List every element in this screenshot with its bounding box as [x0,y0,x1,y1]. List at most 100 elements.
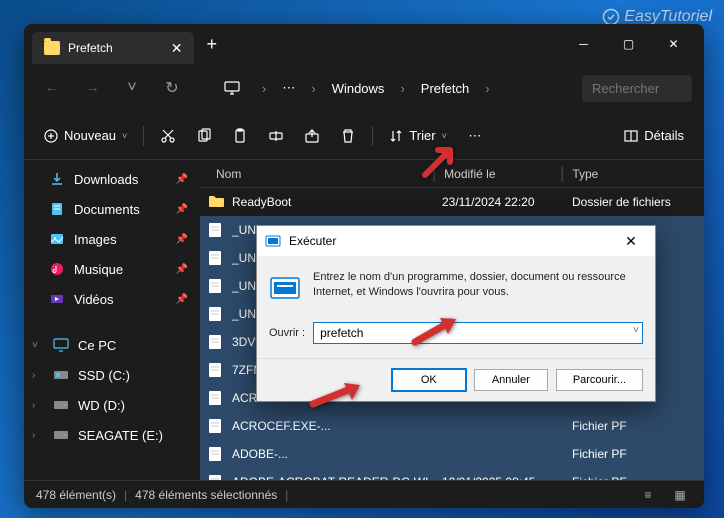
breadcrumb-ellipsis[interactable]: ⋯ [276,76,301,100]
breadcrumb-part[interactable]: Prefetch [415,77,475,100]
sort-button[interactable]: Trier ˅ [381,120,455,152]
view-grid-icon[interactable]: ▦ [668,485,692,505]
file-icon [208,446,224,462]
status-selected: 478 éléments sélectionnés [135,488,277,502]
file-icon [208,306,224,322]
more-icon[interactable]: ⋯ [459,120,491,152]
maximize-button[interactable]: ▢ [606,24,651,64]
status-count: 478 élément(s) [36,488,116,502]
file-icon [208,334,224,350]
statusbar: 478 élément(s) | 478 éléments sélectionn… [24,480,704,508]
file-icon [208,390,224,406]
sidebar-item-this-pc[interactable]: ˅ Ce PC [24,330,200,360]
folder-icon [208,194,224,210]
chevron-right-icon: › [32,400,44,411]
column-date[interactable]: Modifié le [436,167,560,181]
chevron-right-icon: › [394,77,410,100]
column-name[interactable]: Nom [208,167,432,181]
dialog-titlebar: Exécuter ✕ [257,226,655,256]
ok-button[interactable]: OK [392,369,466,391]
folder-icon [44,41,60,55]
pin-icon: 📌 [176,264,188,275]
file-row[interactable]: ADOBE-...Fichier PF [200,440,704,468]
sidebar-item-drive[interactable]: ›SEAGATE (E:) [24,420,200,450]
pin-icon: 📌 [176,174,188,185]
file-row[interactable]: ACROCEF.EXE-...Fichier PF [200,412,704,440]
file-icon [208,418,224,434]
toolbar: Nouveau ˅ Trier ˅ ⋯ Détails [24,112,704,160]
chevron-right-icon: › [32,370,44,381]
up-button[interactable]: ˅ [116,72,148,104]
copy-icon[interactable] [188,120,220,152]
run-icon [265,233,281,249]
close-tab-icon[interactable]: ✕ [171,40,183,57]
command-input[interactable] [313,322,643,344]
browse-button[interactable]: Parcourir... [556,369,643,391]
sidebar-item-downloads[interactable]: Downloads📌 [24,164,200,194]
sidebar-item-musique[interactable]: Musique📌 [24,254,200,284]
view-list-icon[interactable]: ≡ [636,485,660,505]
pin-icon: 📌 [176,234,188,245]
new-button[interactable]: Nouveau ˅ [36,120,135,152]
details-button[interactable]: Détails [616,120,692,152]
breadcrumb-part[interactable]: Windows [326,77,391,100]
sidebar-item-images[interactable]: Images📌 [24,224,200,254]
chevron-right-icon: › [32,430,44,441]
sidebar-item-drive[interactable]: ›SSD (C:) [24,360,200,390]
chevron-right-icon: › [256,77,272,100]
tab-title: Prefetch [68,41,163,55]
chevron-right-icon: › [479,77,495,100]
breadcrumb[interactable]: › ⋯ › Windows › Prefetch › [256,76,574,100]
drive-icon [52,396,70,414]
refresh-button[interactable]: ↻ [156,72,188,104]
file-icon [208,474,224,480]
open-label: Ouvrir : [269,327,305,339]
doc-icon [48,200,66,218]
file-row[interactable]: ReadyBoot23/11/2024 22:20Dossier de fich… [200,188,704,216]
dialog-close-button[interactable]: ✕ [615,233,647,250]
file-icon [208,278,224,294]
file-icon [208,222,224,238]
pin-icon: 📌 [176,294,188,305]
new-tab-button[interactable]: + [206,34,217,55]
column-type[interactable]: Type [564,167,696,181]
video-icon [48,290,66,308]
sidebar-item-vidéos[interactable]: Vidéos📌 [24,284,200,314]
sidebar: Downloads📌Documents📌Images📌Musique📌Vidéo… [24,160,200,480]
file-icon [208,362,224,378]
file-row[interactable]: ADOBE-ACROBAT-READER-DC-WINDO-...12/01/2… [200,468,704,480]
download-icon [48,170,66,188]
drive-icon [52,426,70,444]
chevron-right-icon: › [305,77,321,100]
rename-icon[interactable] [260,120,292,152]
back-button[interactable]: ← [36,72,68,104]
run-dialog: Exécuter ✕ Entrez le nom d'un programme,… [256,225,656,402]
run-icon [269,272,301,304]
minimize-button[interactable]: ─ [561,24,606,64]
navbar: ← → ˅ ↻ › ⋯ › Windows › Prefetch › [24,64,704,112]
column-headers: Nom | Modifié le | Type [200,160,704,188]
pin-icon: 📌 [176,204,188,215]
paste-icon[interactable] [224,120,256,152]
share-icon[interactable] [296,120,328,152]
file-icon [208,250,224,266]
sidebar-item-drive[interactable]: ›WD (D:) [24,390,200,420]
dialog-text: Entrez le nom d'un programme, dossier, d… [313,270,643,304]
chevron-down-icon: ˅ [32,340,44,351]
tab-active[interactable]: Prefetch ✕ [32,32,194,64]
image-icon [48,230,66,248]
search-input[interactable] [582,75,692,102]
drive-icon [52,366,70,384]
cancel-button[interactable]: Annuler [474,369,548,391]
pc-icon [52,336,70,354]
close-window-button[interactable]: ✕ [651,24,696,64]
forward-button[interactable]: → [76,72,108,104]
titlebar: Prefetch ✕ + ─ ▢ ✕ [24,24,704,64]
this-pc-icon[interactable] [216,72,248,104]
delete-icon[interactable] [332,120,364,152]
cut-icon[interactable] [152,120,184,152]
music-icon [48,260,66,278]
dropdown-icon[interactable]: ˅ [633,325,639,336]
dialog-title: Exécuter [289,234,336,248]
sidebar-item-documents[interactable]: Documents📌 [24,194,200,224]
